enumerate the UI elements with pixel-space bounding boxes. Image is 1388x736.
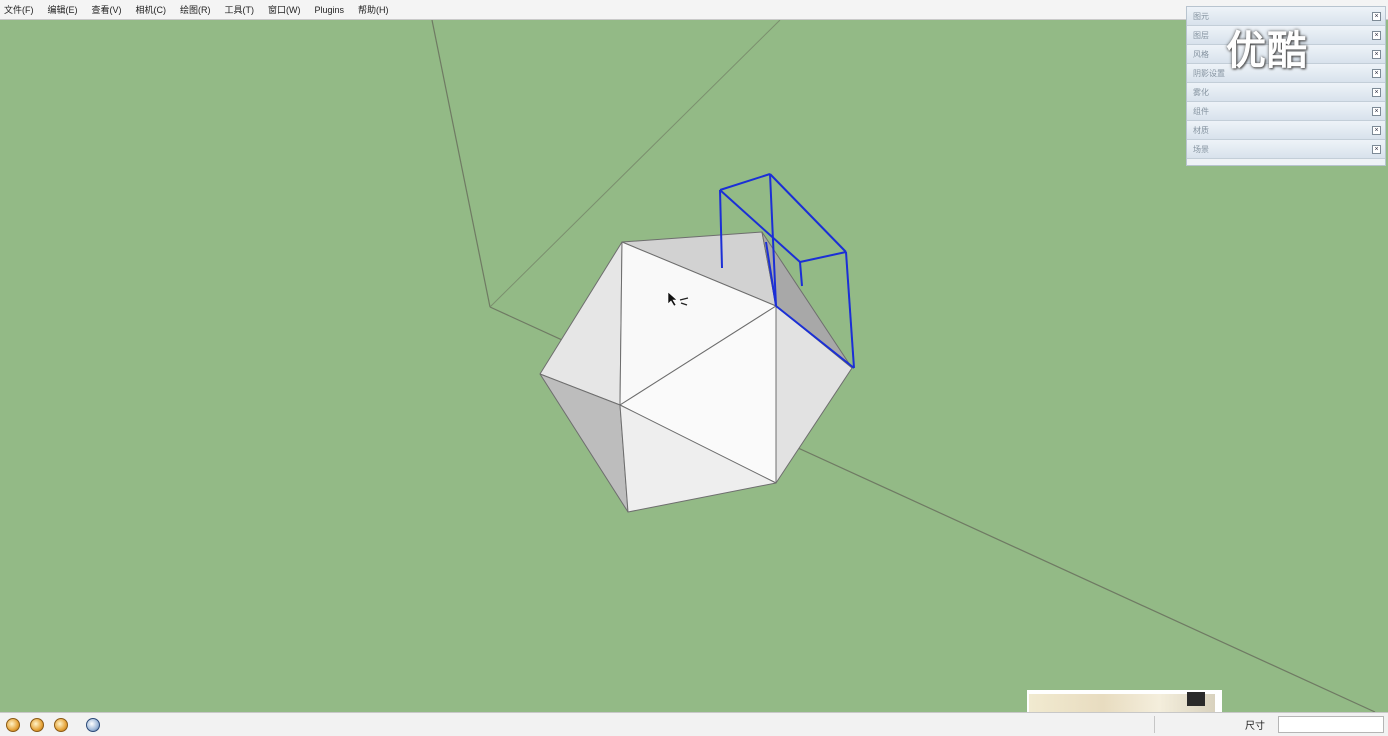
menu-edit[interactable]: 编辑(E): [48, 3, 78, 16]
help-icon[interactable]: [86, 718, 100, 732]
status-hint-area: [1154, 716, 1237, 733]
menu-view[interactable]: 查看(V): [92, 3, 122, 16]
model-viewport[interactable]: [0, 20, 1388, 712]
user-icon[interactable]: [54, 718, 68, 732]
menu-plugins[interactable]: Plugins: [315, 5, 345, 15]
close-icon[interactable]: ×: [1372, 125, 1381, 135]
menu-bar: 文件(F) 编辑(E) 查看(V) 相机(C) 绘图(R) 工具(T) 窗口(W…: [0, 0, 1388, 20]
tray-item-materials[interactable]: 材质 ×: [1187, 121, 1385, 140]
close-icon[interactable]: ×: [1372, 11, 1381, 21]
measurements-input[interactable]: [1278, 716, 1384, 733]
close-icon[interactable]: ×: [1372, 49, 1381, 59]
close-icon[interactable]: ×: [1372, 68, 1381, 78]
tray-item-fog[interactable]: 雾化 ×: [1187, 83, 1385, 102]
menu-window[interactable]: 窗口(W): [268, 3, 301, 16]
measurements-label: 尺寸: [1245, 721, 1265, 732]
menu-help[interactable]: 帮助(H): [358, 3, 389, 16]
menu-camera[interactable]: 相机(C): [136, 3, 167, 16]
close-icon[interactable]: ×: [1372, 106, 1381, 116]
scene-drawing: [431, 20, 1376, 712]
close-icon[interactable]: ×: [1372, 87, 1381, 97]
menu-file[interactable]: 文件(F): [4, 3, 34, 16]
status-bar: 尺寸: [0, 712, 1388, 736]
green-axis-line: [431, 20, 491, 308]
video-watermark-logo: 优酷: [1226, 28, 1308, 74]
icosahedron-model[interactable]: [539, 231, 853, 513]
tray-item-components[interactable]: 组件 ×: [1187, 102, 1385, 121]
overlay-thumbnail: [1027, 690, 1222, 712]
geo-location-icon[interactable]: [6, 718, 20, 732]
credits-icon[interactable]: [30, 718, 44, 732]
menu-draw[interactable]: 绘图(R): [180, 3, 211, 16]
close-icon[interactable]: ×: [1372, 144, 1381, 154]
menu-tools[interactable]: 工具(T): [225, 3, 255, 16]
tray-item-scenes[interactable]: 场景 ×: [1187, 140, 1385, 159]
close-icon[interactable]: ×: [1372, 30, 1381, 40]
